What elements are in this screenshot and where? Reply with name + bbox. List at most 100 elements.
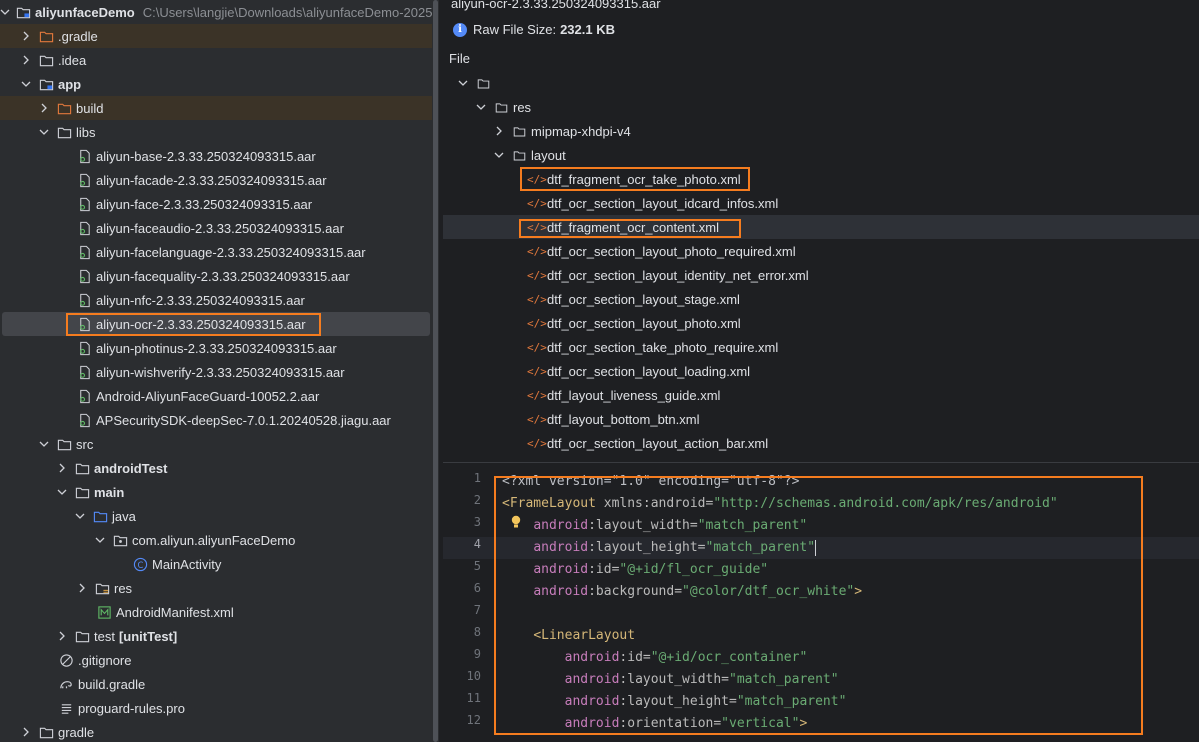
tree-item-manifest[interactable]: AndroidManifest.xml: [0, 600, 439, 624]
tree-item-build[interactable]: build: [0, 96, 439, 120]
chevron-down-icon[interactable]: [56, 486, 68, 498]
file-column-header[interactable]: File: [449, 51, 470, 66]
source-folder-icon: [92, 508, 108, 524]
folder-orange-icon: [56, 100, 72, 116]
archive-root[interactable]: [443, 71, 1199, 95]
aar-archive-icon: [76, 220, 92, 236]
tree-item-aar-selected[interactable]: aliyun-ocr-2.3.33.250324093315.aar: [2, 312, 430, 336]
tree-item-aar[interactable]: aliyun-face-2.3.33.250324093315.aar: [0, 192, 439, 216]
chevron-down-icon[interactable]: [475, 101, 487, 113]
tree-item-androidtest[interactable]: androidTest: [0, 456, 439, 480]
aar-archive-icon: [76, 292, 92, 308]
archive-title: aliyun-ocr-2.3.33.250324093315.aar: [451, 0, 661, 11]
chevron-down-icon[interactable]: [493, 149, 505, 161]
tree-item-aar[interactable]: aliyun-facequality-2.3.33.250324093315.a…: [0, 264, 439, 288]
archive-file[interactable]: </> dtf_ocr_section_layout_identity_net_…: [443, 263, 1199, 287]
code-line-12: android:orientation="vertical">: [564, 716, 808, 731]
tree-item-aar[interactable]: aliyun-faceaudio-2.3.33.250324093315.aar: [0, 216, 439, 240]
xml-file-icon: </>: [527, 436, 547, 450]
tree-item-aar[interactable]: aliyun-photinus-2.3.33.250324093315.aar: [0, 336, 439, 360]
archive-file[interactable]: </> dtf_ocr_section_layout_photo.xml: [443, 311, 1199, 335]
chevron-right-icon[interactable]: [20, 54, 32, 66]
tree-item-aar[interactable]: aliyun-nfc-2.3.33.250324093315.aar: [0, 288, 439, 312]
tree-item-test[interactable]: test [unitTest]: [0, 624, 439, 648]
xml-file-icon: </>: [527, 340, 547, 354]
chevron-right-icon[interactable]: [56, 462, 68, 474]
info-icon: i: [453, 22, 467, 37]
archive-folder-mipmap[interactable]: mipmap-xhdpi-v4: [443, 119, 1199, 143]
chevron-down-icon[interactable]: [74, 510, 86, 522]
code-editor[interactable]: 1 2 3 4 5 6 7 8 9 10 11 12 <?xml version…: [443, 463, 1199, 742]
chevron-down-icon[interactable]: [457, 77, 469, 89]
code-line-11: android:layout_height="match_parent": [564, 694, 847, 709]
tree-item-aar[interactable]: APSecuritySDK-deepSec-7.0.1.20240528.jia…: [0, 408, 439, 432]
chevron-down-icon[interactable]: [0, 6, 10, 18]
archive-file[interactable]: </> dtf_fragment_ocr_take_photo.xml: [443, 167, 1199, 191]
archive-file[interactable]: </> dtf_ocr_section_layout_stage.xml: [443, 287, 1199, 311]
tree-item-aar[interactable]: aliyun-facade-2.3.33.250324093315.aar: [0, 168, 439, 192]
archive-file[interactable]: </> dtf_ocr_section_layout_action_bar.xm…: [443, 431, 1199, 455]
archive-file[interactable]: </> dtf_layout_bottom_btn.xml: [443, 407, 1199, 431]
chevron-right-icon[interactable]: [20, 726, 32, 738]
tree-item-main[interactable]: main: [0, 480, 439, 504]
tree-item-build-gradle[interactable]: build.gradle: [0, 672, 439, 696]
folder-orange-icon: [38, 28, 54, 44]
chevron-down-icon[interactable]: [20, 78, 32, 90]
tree-item-proguard[interactable]: proguard-rules.pro: [0, 696, 439, 720]
tree-item-gitignore[interactable]: .gitignore: [0, 648, 439, 672]
tree-item-src[interactable]: src: [0, 432, 439, 456]
tree-scrollbar[interactable]: [432, 0, 439, 742]
tree-root[interactable]: aliyunfaceDemo C:\Users\langjie\Download…: [0, 0, 439, 24]
archive-folder-res[interactable]: res: [443, 95, 1199, 119]
tree-item-idea[interactable]: .idea: [0, 48, 439, 72]
archive-file[interactable]: </> dtf_ocr_section_layout_idcard_infos.…: [443, 191, 1199, 215]
module-folder-icon: [16, 4, 31, 20]
chevron-down-icon[interactable]: [94, 534, 106, 546]
tree-item-aar[interactable]: aliyun-base-2.3.33.250324093315.aar: [0, 144, 439, 168]
code-line-10: android:layout_width="match_parent": [564, 672, 839, 687]
tree-item-gradle-dir[interactable]: .gradle: [0, 24, 439, 48]
archive-file[interactable]: </> dtf_ocr_section_layout_loading.xml: [443, 359, 1199, 383]
xml-file-icon: </>: [527, 316, 547, 330]
code-line-9: android:id="@+id/ocr_container": [564, 650, 808, 665]
tree-item-java[interactable]: java: [0, 504, 439, 528]
line-number: 11: [466, 691, 481, 705]
tree-item-mainactivity[interactable]: C MainActivity: [0, 552, 439, 576]
line-number: 2: [473, 493, 481, 507]
archive-file-selected[interactable]: </> dtf_fragment_ocr_content.xml: [443, 215, 1199, 239]
ignore-file-icon: [58, 652, 74, 668]
project-tree-panel: aliyunfaceDemo C:\Users\langjie\Download…: [0, 0, 439, 742]
tree-item-package[interactable]: com.aliyun.aliyunFaceDemo: [0, 528, 439, 552]
folder-icon: [38, 52, 54, 68]
tree-item-gradle[interactable]: gradle: [0, 720, 439, 742]
tree-item-aar[interactable]: Android-AliyunFaceGuard-10052.2.aar: [0, 384, 439, 408]
aar-archive-icon: [76, 364, 92, 380]
chevron-right-icon[interactable]: [38, 102, 50, 114]
tree-item-libs[interactable]: libs: [0, 120, 439, 144]
archive-file[interactable]: </> dtf_ocr_section_take_photo_require.x…: [443, 335, 1199, 359]
chevron-right-icon[interactable]: [56, 630, 68, 642]
xml-file-icon: </>: [527, 268, 547, 282]
root-path: C:\Users\langjie\Downloads\aliyunfaceDem…: [142, 4, 439, 20]
chevron-right-icon[interactable]: [20, 30, 32, 42]
tree-item-res[interactable]: res: [0, 576, 439, 600]
chevron-down-icon[interactable]: [38, 438, 50, 450]
chevron-down-icon[interactable]: [38, 126, 50, 138]
chevron-right-icon[interactable]: [76, 582, 88, 594]
tree-item-app[interactable]: app: [0, 72, 439, 96]
line-number: 3: [473, 515, 481, 529]
code-line-3: android:layout_width="match_parent": [533, 518, 808, 533]
archive-file[interactable]: </> dtf_ocr_section_layout_photo_require…: [443, 239, 1199, 263]
aar-archive-icon: [76, 340, 92, 356]
line-number: 9: [473, 647, 481, 661]
tree-item-aar[interactable]: aliyun-facelanguage-2.3.33.250324093315.…: [0, 240, 439, 264]
aar-archive-icon: [76, 412, 92, 428]
tree-item-aar[interactable]: aliyun-wishverify-2.3.33.250324093315.aa…: [0, 360, 439, 384]
folder-icon: [511, 123, 527, 139]
xml-file-icon: </>: [527, 244, 547, 258]
chevron-right-icon[interactable]: [493, 125, 505, 137]
code-line-8: <LinearLayout: [533, 628, 636, 643]
archive-folder-layout[interactable]: layout: [443, 143, 1199, 167]
archive-file[interactable]: </> dtf_layout_liveness_guide.xml: [443, 383, 1199, 407]
aar-archive-icon: [76, 148, 92, 164]
